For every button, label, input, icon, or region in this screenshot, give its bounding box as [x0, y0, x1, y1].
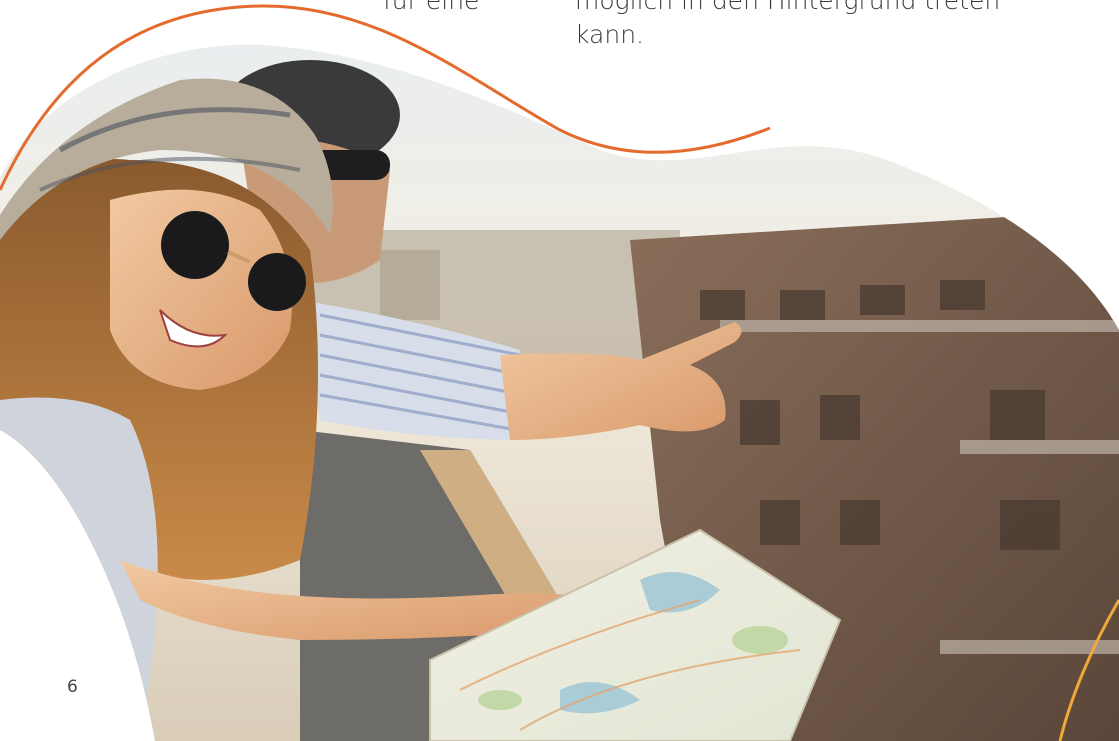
- travel-photo: [0, 4, 1119, 741]
- page-number: 6: [67, 677, 78, 697]
- brochure-page: für eine möglich in den Hintergrund tret…: [0, 0, 1119, 741]
